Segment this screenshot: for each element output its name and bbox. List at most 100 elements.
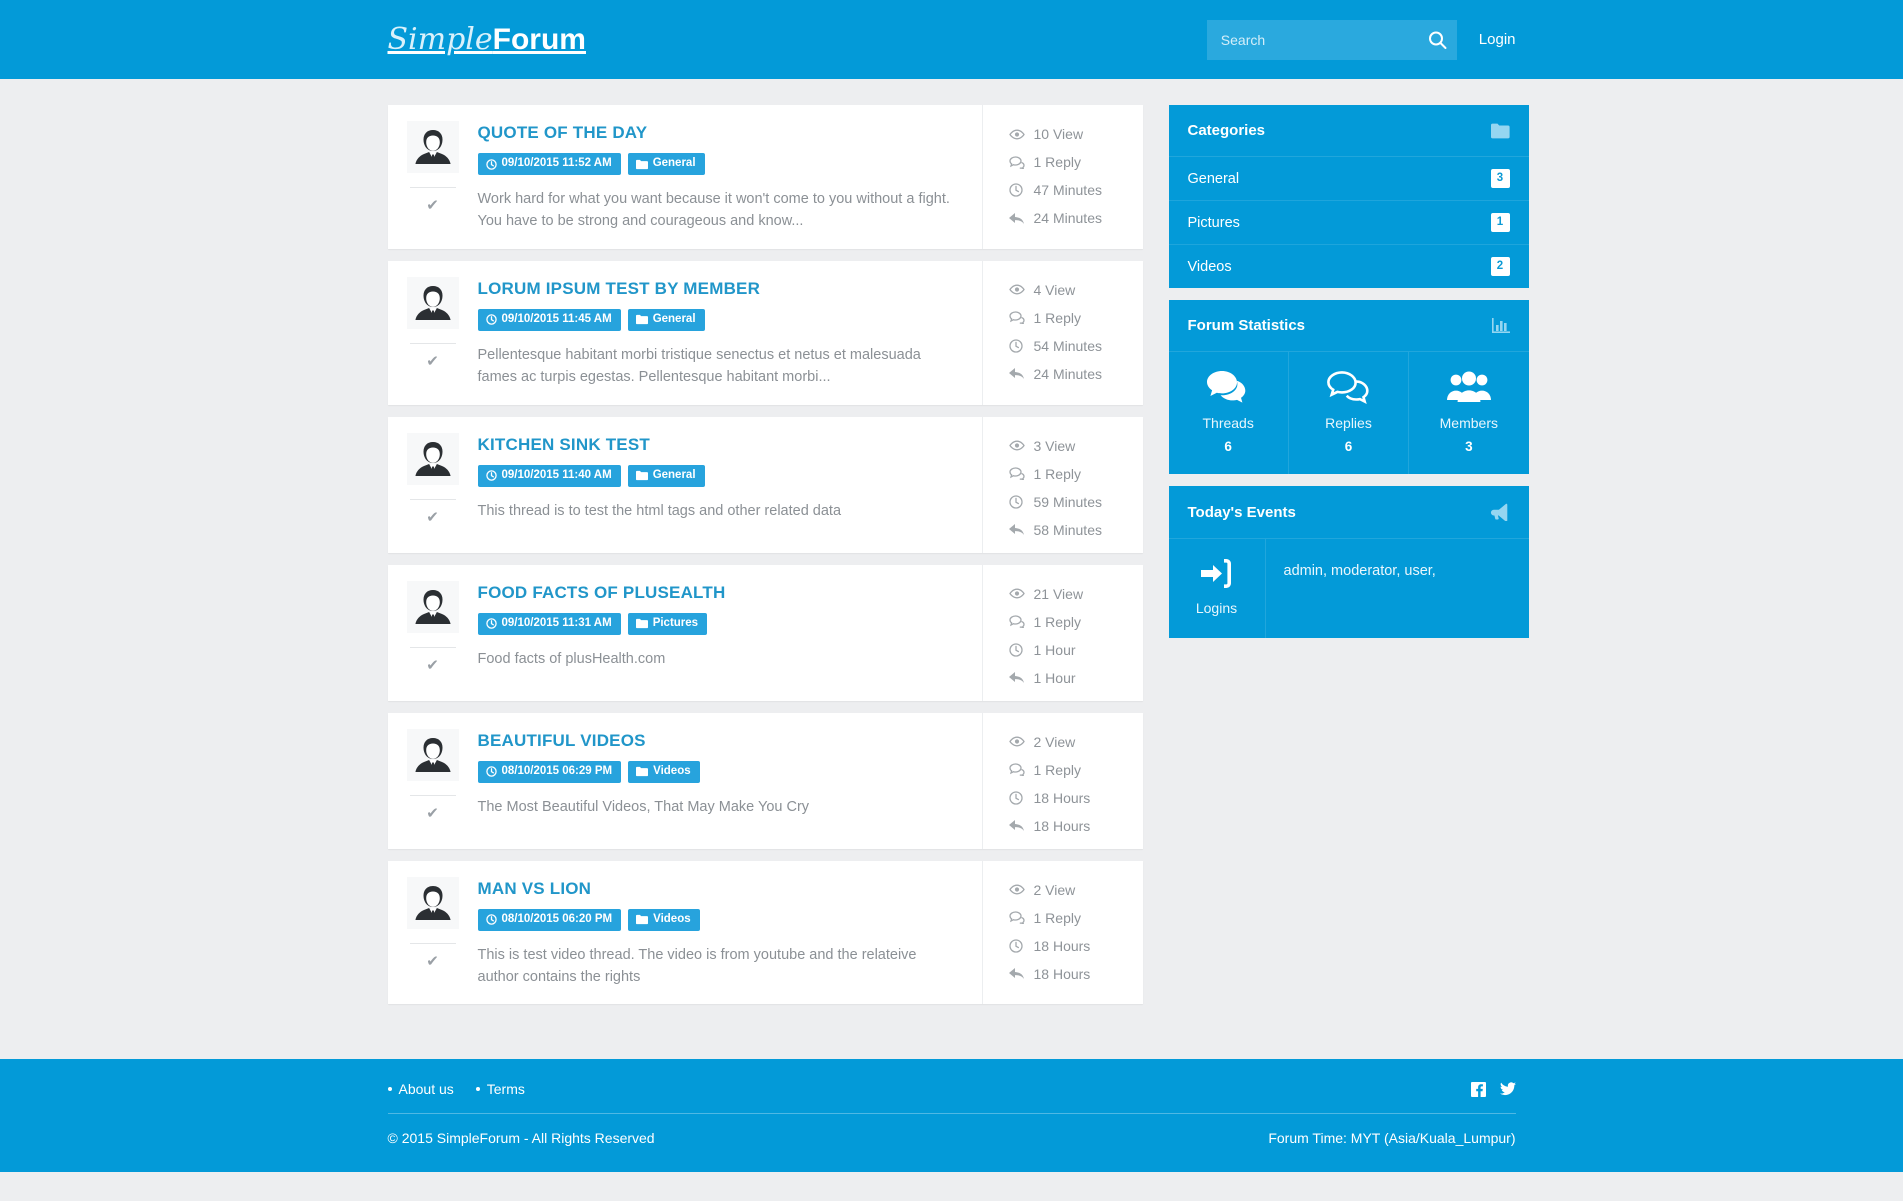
thread-excerpt: This thread is to test the html tags and… [477,502,842,519]
group-icon [1413,371,1524,404]
clock-icon [485,618,497,630]
footer-link-about-us[interactable]: About us [387,1081,454,1097]
thread-created-time: 18 Hours [1008,791,1143,805]
thread-category-badge[interactable]: General [627,465,705,487]
footer-link-terms[interactable]: Terms [475,1081,525,1097]
thread-card[interactable]: ✔ FOOD FACTS OF PLUSEALTH 09/10/2015 11:… [387,564,1143,701]
bullet-icon [475,1087,480,1091]
thread-date-badge[interactable]: 09/10/2015 11:31 AM [477,613,621,635]
thread-main: BEAUTIFUL VIDEOS 08/10/2015 06:29 PM Vid… [477,712,983,849]
thread-category-badge[interactable]: General [627,309,705,331]
thread-title[interactable]: LORUM IPSUM TEST BY MEMBER [478,279,761,299]
thread-avatar-column: ✔ [388,565,478,701]
thread-badges: 09/10/2015 11:40 AM General [477,465,962,487]
thread-card[interactable]: ✔ KITCHEN SINK TEST 09/10/2015 11:40 AM [387,416,1143,553]
thread-date-text: 09/10/2015 11:31 AM [501,617,612,630]
thread-badges: 08/10/2015 06:20 PM Videos [477,909,962,931]
thread-views-text: 2 View [1033,733,1076,750]
login-link[interactable]: Login [1479,31,1516,48]
thread-date-badge[interactable]: 09/10/2015 11:45 AM [477,309,621,331]
thread-last-reply-time: 18 Hours [1008,965,1143,982]
thread-stats: 21 View 1 Reply 1 Hour 1 Hour [983,565,1143,701]
avatar [406,276,459,329]
thread-date-badge[interactable]: 09/10/2015 11:40 AM [477,465,621,487]
thread-last-reply-time: 1 Hour [1008,671,1143,685]
thread-last-reply-time: 58 Minutes [1008,523,1143,537]
avatar [406,432,459,485]
thread-badges: 09/10/2015 11:52 AM General [477,153,962,175]
thread-avatar-column: ✔ [388,105,478,249]
twitter-icon[interactable] [1499,1082,1516,1096]
thread-main: FOOD FACTS OF PLUSEALTH 09/10/2015 11:31… [477,564,983,701]
footer-links: About us Terms [387,1081,525,1097]
thread-views-text: 4 View [1033,281,1076,298]
page-body: ✔ QUOTE OF THE DAY 09/10/2015 11:52 AM G… [382,79,1529,1059]
thread-main: MAN VS LION 08/10/2015 06:20 PM Videos T… [477,860,983,1005]
thread-created-time: 1 Hour [1008,643,1143,657]
thread-title[interactable]: BEAUTIFUL VIDEOS [478,731,646,751]
stat-members-value: 3 [1465,439,1473,454]
site-footer: About us Terms © 2015 SimpleForum - All … [0,1059,1903,1172]
comment-icon [1008,467,1025,482]
avatar [406,728,459,781]
folder-icon [636,914,649,925]
thread-replies: 1 Reply [1008,911,1143,926]
avatar-divider [409,498,456,500]
sign-in-icon [1173,559,1261,588]
comments-icon [1173,371,1284,404]
forum-statistics-header: Forum Statistics [1168,300,1529,352]
avatar-divider [409,342,456,344]
thread-card[interactable]: ✔ MAN VS LION 08/10/2015 06:20 PM Videos… [387,860,1143,1005]
todays-events-header: Today's Events [1168,486,1529,539]
thread-views-text: 10 View [1033,126,1084,142]
folder-icon [1490,123,1510,139]
clock-icon [485,914,497,926]
thread-last-reply-text: 18 Hours [1033,965,1091,982]
thread-replies-text: 1 Reply [1033,613,1081,630]
thread-category-badge[interactable]: Pictures [627,613,708,635]
thread-list: ✔ QUOTE OF THE DAY 09/10/2015 11:52 AM G… [387,105,1143,1016]
logo-text-bold: Forum [492,22,586,56]
folder-icon [635,159,648,170]
thread-date-badge[interactable]: 08/10/2015 06:20 PM [477,909,622,931]
thread-category-badge[interactable]: General [627,153,705,175]
clock-icon [485,314,497,326]
thread-title[interactable]: MAN VS LION [478,879,592,899]
thread-category-badge[interactable]: Videos [628,909,700,931]
thread-replies-text: 1 Reply [1033,309,1081,326]
thread-date-badge[interactable]: 09/10/2015 11:52 AM [477,153,621,175]
thread-replies: 1 Reply [1008,763,1143,778]
thread-card[interactable]: ✔ QUOTE OF THE DAY 09/10/2015 11:52 AM G… [387,105,1143,249]
folder-icon [636,766,649,777]
sidebar-item-videos[interactable]: Videos 2 [1169,245,1529,288]
thread-date-badge[interactable]: 08/10/2015 06:29 PM [477,761,622,783]
thread-main: KITCHEN SINK TEST 09/10/2015 11:40 AM Ge… [477,416,983,553]
avatar [406,876,459,929]
stat-threads-label: Threads [1202,415,1254,431]
thread-category-badge[interactable]: Videos [628,761,700,783]
bar-chart-icon [1491,317,1510,334]
thread-title[interactable]: FOOD FACTS OF PLUSEALTH [478,583,726,603]
sidebar-item-pictures[interactable]: Pictures 1 [1168,201,1529,245]
clock-icon [485,766,497,778]
eye-icon [1008,588,1025,599]
facebook-icon[interactable] [1470,1081,1486,1097]
categories-widget-header: Categories [1168,105,1529,157]
thread-title[interactable]: QUOTE OF THE DAY [478,123,648,143]
site-logo[interactable]: SimpleForum [388,22,586,56]
folder-icon [635,618,648,629]
thread-replies-text: 1 Reply [1033,154,1081,170]
thread-title[interactable]: KITCHEN SINK TEST [478,435,650,455]
thread-badges: 09/10/2015 11:45 AM General [477,309,962,331]
stat-members: Members 3 [1409,352,1528,474]
thread-created-time: 54 Minutes [1008,339,1143,353]
thread-category-text: Videos [653,765,691,778]
search-input[interactable] [1206,19,1457,60]
footer-forum-time: Forum Time: MYT (Asia/Kuala_Lumpur) [1268,1130,1516,1146]
thread-card[interactable]: ✔ LORUM IPSUM TEST BY MEMBER 09/10/2015 … [387,260,1143,405]
thread-read-check-icon: ✔ [426,352,439,370]
thread-card[interactable]: ✔ BEAUTIFUL VIDEOS 08/10/2015 06:29 PM V… [387,712,1143,849]
thread-excerpt: This is test video thread. The video is … [477,946,917,986]
search-button[interactable] [1428,30,1447,49]
sidebar-item-general[interactable]: General 3 [1168,157,1529,201]
